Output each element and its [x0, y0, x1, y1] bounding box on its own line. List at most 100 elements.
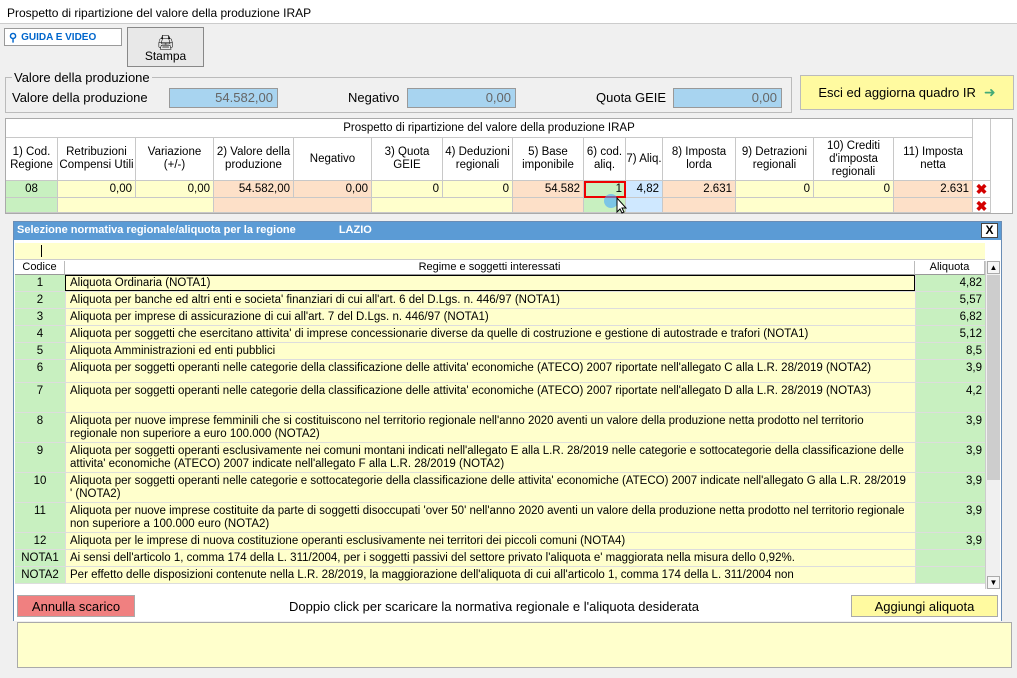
cell-base-imponibile[interactable]: 54.582 [513, 181, 584, 198]
col-imposta-lorda: 8) Imposta lorda [663, 138, 736, 181]
aliquota-row[interactable]: NOTA2 Per effetto delle disposizioni cont… [15, 567, 985, 584]
cell-empty[interactable] [58, 198, 214, 213]
cell-negativo[interactable]: 0,00 [294, 181, 372, 198]
aliquota-row[interactable]: 8 Aliquota per nuove imprese femminili ch… [15, 413, 985, 443]
row-desc: Aliquota per nuove imprese femminili che… [65, 413, 915, 442]
cell-imposta-netta[interactable]: 2.631 [894, 181, 973, 198]
col-imposta-netta: 11) Imposta netta [894, 138, 973, 181]
scroll-up-icon[interactable]: ▲ [987, 261, 1000, 274]
cell-deduzioni[interactable]: 0 [443, 181, 513, 198]
guida-label: GUIDA E VIDEO [21, 31, 97, 43]
filter-input[interactable] [15, 243, 985, 260]
stampa-label: Stampa [144, 49, 187, 63]
row-aliquota: 4,82 [915, 275, 985, 291]
row-desc: Aliquota Amministrazioni ed enti pubblic… [65, 343, 915, 359]
row-code: 12 [15, 533, 65, 549]
search-icon: ⚲ [9, 31, 18, 44]
row-desc: Aliquota per imprese di assicurazione di… [65, 309, 915, 325]
aliquota-row[interactable]: NOTA1 Ai sensi dell'articolo 1, comma 174… [15, 550, 985, 567]
popup-titlebar: Selezione normativa regionale/aliquota p… [14, 222, 1001, 240]
cell-empty[interactable] [372, 198, 513, 213]
aliquota-row[interactable]: 4 Aliquota per soggetti che esercitano at… [15, 326, 985, 343]
aliquota-row[interactable]: 3 Aliquota per imprese di assicurazione d… [15, 309, 985, 326]
text-caret [41, 245, 42, 257]
aliquota-row[interactable]: 7 Aliquota per soggetti operanti nelle ca… [15, 383, 985, 413]
col-cod-aliq: 6) cod. aliq. [584, 138, 626, 181]
aliquota-row[interactable]: 2 Aliquota per banche ed altri enti e soc… [15, 292, 985, 309]
cell-aliq[interactable]: 4,82 [626, 181, 663, 198]
cell-empty[interactable] [626, 198, 663, 213]
aliquota-row[interactable]: 1 Aliquota Ordinaria (NOTA1) 4,82 [15, 275, 985, 292]
row-code: 1 [15, 275, 65, 291]
col-valore-produzione: 2) Valore della produzione [214, 138, 294, 181]
row-desc: Aliquota per soggetti operanti nelle cat… [65, 383, 915, 412]
esci-label: Esci ed aggiorna quadro IR [818, 85, 976, 100]
row-aliquota: 8,5 [915, 343, 985, 359]
cell-quota-geie[interactable]: 0 [372, 181, 443, 198]
valore-field[interactable]: 54.582,00 [169, 88, 278, 108]
cell-variazione[interactable]: 0,00 [136, 181, 214, 198]
row-code: 3 [15, 309, 65, 325]
aliquote-list: 1 Aliquota Ordinaria (NOTA1) 4,82 2 Aliquota… [15, 275, 985, 589]
col-cod-regione: 1) Cod. Regione [6, 138, 58, 181]
row-code: 9 [15, 443, 65, 472]
window-title: Prospetto di ripartizione del valore del… [0, 0, 1017, 24]
cell-retribuzioni[interactable]: 0,00 [58, 181, 136, 198]
aliquota-row[interactable]: 6 Aliquota per soggetti operanti nelle ca… [15, 360, 985, 383]
row-desc: Aliquota per soggetti operanti esclusiva… [65, 443, 915, 472]
row-aliquota: 3,9 [915, 503, 985, 532]
delete-row-icon[interactable]: ✖ [973, 181, 991, 198]
aliquota-row[interactable]: 10 Aliquota per soggetti operanti nelle c… [15, 473, 985, 503]
popup-footer: Annulla scarico Doppio click per scarica… [14, 591, 1001, 621]
row-code: 7 [15, 383, 65, 412]
aliquota-row[interactable]: 5 Aliquota Amministrazioni ed enti pubbli… [15, 343, 985, 360]
geie-field[interactable]: 0,00 [673, 88, 782, 108]
col-base-imponibile: 5) Base imponibile [513, 138, 584, 181]
delete-row-icon[interactable]: ✖ [973, 198, 991, 214]
valore-legend: Valore della produzione [12, 70, 152, 85]
negativo-label: Negativo [348, 90, 400, 105]
stampa-button[interactable]: 🖨 Stampa [127, 27, 204, 67]
cell-crediti[interactable]: 0 [814, 181, 894, 198]
row-desc: Aliquota per banche ed altri enti e soci… [65, 292, 915, 308]
cell-empty[interactable] [894, 198, 973, 213]
esci-aggiorna-button[interactable]: Esci ed aggiorna quadro IR ➜ [800, 75, 1014, 110]
popup-region: LAZIO [338, 224, 372, 236]
aliquota-row[interactable]: 11 Aliquota per nuove imprese costituite … [15, 503, 985, 533]
col-codice: Codice [15, 261, 65, 275]
row-desc: Aliquota per nuove imprese costituite da… [65, 503, 915, 532]
cell-detrazioni[interactable]: 0 [736, 181, 814, 198]
scrollbar[interactable]: ▲ ▼ [985, 261, 1000, 589]
annulla-scarico-button[interactable]: Annulla scarico [17, 595, 135, 617]
cell-empty[interactable] [513, 198, 584, 213]
row-code: 2 [15, 292, 65, 308]
grid-title: Prospetto di ripartizione del valore del… [6, 119, 973, 138]
cell-cod-regione[interactable]: 08 [6, 181, 58, 198]
row-aliquota: 3,9 [915, 360, 985, 382]
cell-imposta-lorda[interactable]: 2.631 [663, 181, 736, 198]
negativo-field[interactable]: 0,00 [407, 88, 516, 108]
col-aliq: 7) Aliq. [626, 138, 663, 181]
cell-empty[interactable] [736, 198, 894, 213]
cell-empty[interactable] [663, 198, 736, 213]
row-desc: Per effetto delle disposizioni contenute… [65, 567, 915, 583]
close-button[interactable]: X [981, 223, 998, 238]
row-desc: Aliquota per soggetti operanti nelle cat… [65, 360, 915, 382]
row-desc: Aliquota per soggetti operanti nelle cat… [65, 473, 915, 502]
row-code: 11 [15, 503, 65, 532]
row-code: 5 [15, 343, 65, 359]
cell-empty-regione[interactable] [6, 198, 58, 213]
cell-empty[interactable] [214, 198, 372, 213]
cell-valore-produzione[interactable]: 54.582,00 [214, 181, 294, 198]
aliquota-row[interactable]: 12 Aliquota per le imprese di nuova costi… [15, 533, 985, 550]
guida-video-button[interactable]: ⚲ GUIDA E VIDEO [4, 28, 122, 46]
scroll-down-icon[interactable]: ▼ [987, 576, 1000, 589]
col-regime: Regime e soggetti interessati [65, 261, 915, 275]
notes-box[interactable] [17, 622, 1012, 668]
scrollbar-thumb[interactable] [987, 275, 1000, 480]
col-negativo: Negativo [294, 138, 372, 181]
aliquota-row[interactable]: 9 Aliquota per soggetti operanti esclusiv… [15, 443, 985, 473]
col-crediti: 10) Crediti d'imposta regionali [814, 138, 894, 181]
row-desc: Aliquota Ordinaria (NOTA1) [65, 275, 915, 291]
aggiungi-aliquota-button[interactable]: Aggiungi aliquota [851, 595, 998, 617]
